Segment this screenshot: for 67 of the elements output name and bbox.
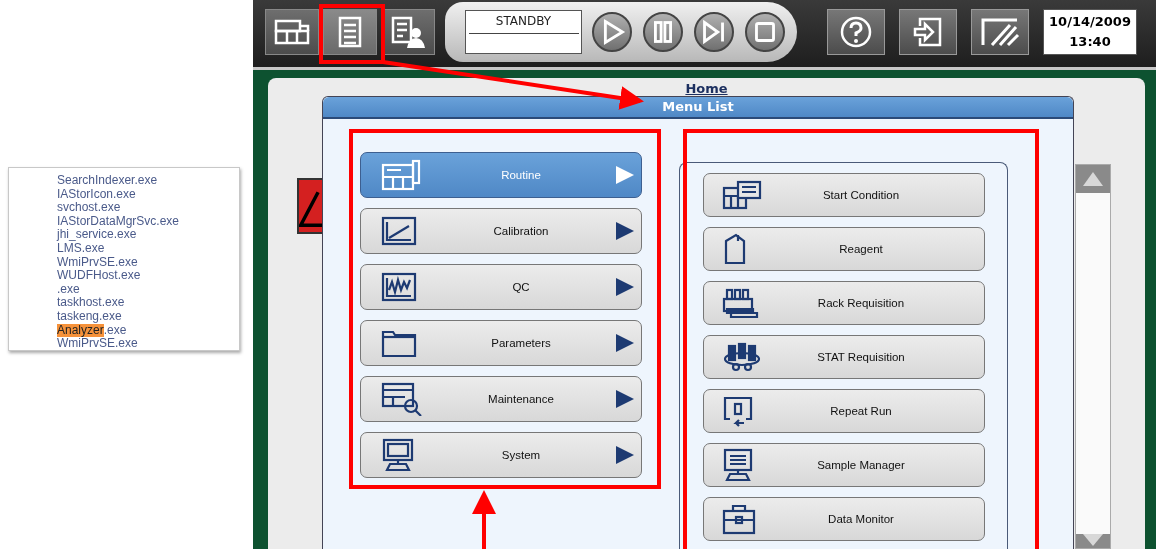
function-button[interactable]: Data Monitor <box>703 497 985 541</box>
repeat-screen-icon <box>722 395 754 427</box>
window-layout-icon <box>722 180 762 210</box>
category-button[interactable]: Parameters <box>360 320 642 366</box>
pause-button[interactable] <box>643 11 683 52</box>
down-arrow-icon <box>1082 534 1104 546</box>
process-name: taskeng.exe <box>57 309 123 324</box>
process-name: WUDFHost.exe <box>57 269 142 283</box>
triangle-arrow-icon <box>615 277 635 297</box>
process-name: svchost.exe <box>57 201 122 215</box>
rack-icon <box>722 287 760 319</box>
hatch-button[interactable] <box>971 8 1029 55</box>
sheet-user-icon <box>391 15 425 48</box>
function-button[interactable]: Start Condition <box>703 173 985 217</box>
process-name: LMS.exe <box>57 241 105 256</box>
waveform-chart-icon <box>381 272 417 302</box>
triangle-arrow-icon <box>615 165 635 185</box>
category-button[interactable]: Calibration <box>360 208 642 254</box>
dialog-title: Menu List <box>323 97 1073 119</box>
view-button[interactable] <box>323 8 377 55</box>
function-button[interactable]: STAT Requisition <box>703 335 985 379</box>
function-button[interactable]: Rack Requisition <box>703 281 985 325</box>
process-name: SearchIndexer.exe <box>57 174 159 188</box>
logout-button[interactable] <box>899 8 957 55</box>
date-text: 10/14/2009 <box>1049 12 1131 31</box>
category-button[interactable]: Maintenance <box>360 376 642 422</box>
list-icon <box>338 15 362 48</box>
function-button[interactable]: Sample Manager <box>703 443 985 487</box>
triangle-arrow-icon <box>615 221 635 241</box>
highlight-frame <box>319 4 385 64</box>
help-button[interactable] <box>827 8 885 55</box>
briefcase-icon <box>722 503 756 535</box>
play-button[interactable] <box>592 11 632 52</box>
tube-ring-icon <box>722 342 762 372</box>
status-text: STANDBY <box>495 12 552 28</box>
function-button[interactable]: Repeat Run <box>703 389 985 433</box>
process-name: IAStorIcon.exe <box>57 187 137 202</box>
bottle-icon <box>722 233 748 265</box>
logout-icon <box>912 15 944 48</box>
process-name: .exe <box>57 282 81 297</box>
category-button[interactable]: System <box>360 432 642 478</box>
table-search-icon <box>381 382 423 416</box>
process-name: jhi_service.exe <box>57 228 137 242</box>
process-name: WmiPrvSE.exe <box>57 337 139 350</box>
monitor-list-icon <box>722 448 754 482</box>
folder-icon <box>381 328 417 358</box>
help-icon <box>840 15 872 48</box>
process-name: taskhost.exe <box>57 296 126 310</box>
computer-icon <box>381 438 415 472</box>
view-button[interactable] <box>265 8 319 55</box>
category-button[interactable]: QC <box>360 264 642 310</box>
hatch-icon <box>980 16 1020 47</box>
analyzer-icon <box>381 159 421 191</box>
home-title: Home <box>684 80 729 96</box>
triangle-arrow-icon <box>615 333 635 353</box>
line-graph-icon <box>381 216 417 246</box>
triangle-arrow-icon <box>615 445 635 465</box>
step-button[interactable] <box>694 11 734 52</box>
process-name: IAStorDataMgrSvc.exe <box>57 214 181 229</box>
stop-button[interactable] <box>745 11 785 52</box>
up-arrow-icon <box>1082 170 1104 188</box>
function-button[interactable]: Reagent <box>703 227 985 271</box>
pointer-arrow <box>472 490 496 549</box>
process-name: WmiPrvSE.exe <box>57 255 139 270</box>
table-layout-icon <box>274 17 310 46</box>
time-text: 13:40 <box>1069 32 1111 51</box>
triangle-arrow-icon <box>615 389 635 409</box>
